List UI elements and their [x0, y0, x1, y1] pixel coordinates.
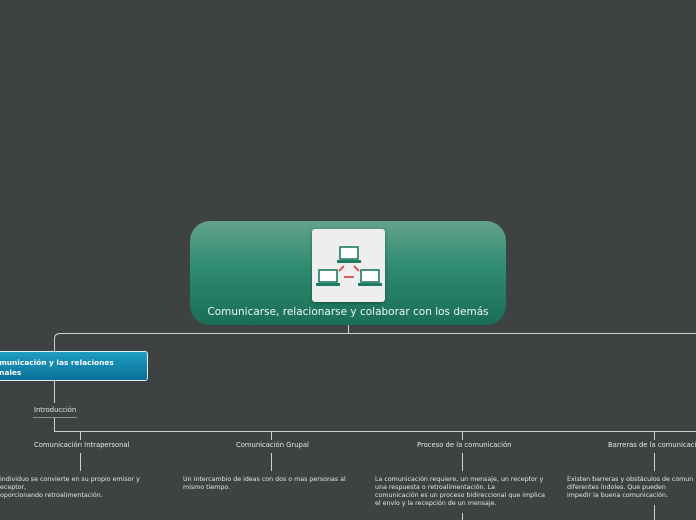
network-computers-icon [312, 229, 385, 302]
laptop-top-icon [337, 246, 361, 263]
branch-text-intrapersonal: individuo se convierte en su propio emis… [0, 476, 140, 499]
subtopic-introduccion[interactable]: Introducción [34, 406, 76, 414]
main-topic[interactable]: omunicación y las relaciones onales [0, 351, 148, 381]
branch-text-grupal: Un intercambio de ideas con dos o mas pe… [183, 476, 346, 491]
branch-text-barreras: Existen barreras y obstáculos de comun d… [567, 476, 694, 499]
branch-title-proceso[interactable]: Proceso de la comunicación [417, 441, 511, 449]
central-topic[interactable]: Comunicarse, relacionarse y colaborar co… [190, 221, 506, 325]
branch-title-barreras[interactable]: Barreras de la comunicación [608, 441, 696, 449]
laptop-left-icon [316, 269, 340, 286]
central-topic-title: Comunicarse, relacionarse y colaborar co… [207, 306, 489, 318]
main-topic-label: omunicación y las relaciones onales [0, 358, 114, 377]
branch-title-intrapersonal[interactable]: Comunicación Intrapersonal [34, 441, 129, 449]
branch-text-proceso: La comunicación requiere, un mensaje, un… [375, 476, 545, 507]
branch-title-grupal[interactable]: Comunicación Grupal [236, 441, 309, 449]
laptop-right-icon [358, 269, 382, 286]
